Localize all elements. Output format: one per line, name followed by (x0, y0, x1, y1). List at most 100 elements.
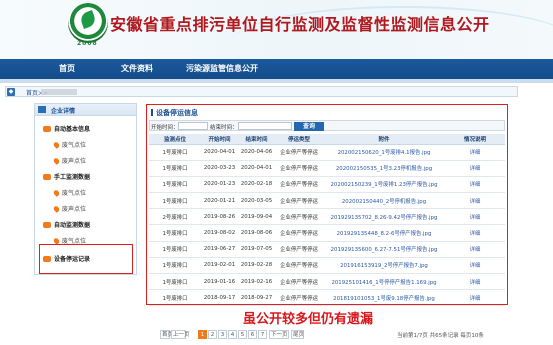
panel-title-text: 设备停运信息 (156, 109, 198, 117)
table-cell: 1号废排口 (149, 192, 201, 210)
column-header: 附件 (323, 134, 445, 145)
attachment-link[interactable]: 202002150239_1号废排1.23停产报告.jpg (323, 176, 445, 194)
column-header: 情况说明 (445, 134, 505, 145)
location-icon (52, 189, 61, 197)
sidebar-section-basic-info[interactable]: 自动基本信息 (43, 124, 90, 133)
detail-link[interactable]: 详细 (445, 192, 505, 210)
table-cell: 2019-09-04 (238, 208, 275, 226)
sidebar-header: 企业详情 (35, 104, 136, 116)
downtime-panel: 设备停运信息 开始时间： 结束时间： 查询 监测点位 开始时间 结束时间 停运类型 附件… (146, 104, 508, 307)
table-row: 1号废排口 2020-03-23 2020-04-01 企业停产等停运 20200215… (149, 160, 505, 177)
attachment-link[interactable]: 201929135448_8.2-6号停产报告.jpg (323, 224, 445, 242)
detail-link[interactable]: 详细 (445, 289, 505, 307)
detail-link[interactable]: 详细 (445, 144, 505, 161)
title-bar-icon (151, 109, 153, 116)
table-body: 1号废排口 2020-04-01 2020-04-06 企业停产等停运 20200215… (149, 144, 505, 307)
column-header: 监测点位 (149, 134, 201, 145)
location-icon (52, 141, 61, 149)
site-logo (68, 3, 108, 43)
sidebar-item-label: 废气点位 (62, 142, 87, 149)
table-cell: 2019-02-16 (238, 273, 275, 291)
location-icon (52, 157, 61, 165)
highlight-box-sidebar (39, 244, 133, 274)
attachment-link[interactable]: 201925101416_1号停停产报告1.169.jpg (323, 273, 445, 291)
table-cell: 2020-03-05 (238, 192, 275, 210)
detail-link[interactable]: 详细 (445, 257, 505, 275)
sidebar-header-label: 企业详情 (51, 108, 76, 115)
attachment-link[interactable]: 202002150620_1号废排4.1报告.jpg (323, 144, 445, 161)
table-cell: 2019-02-28 (238, 257, 275, 275)
sidebar-item-gas-point[interactable]: 废气点位 (52, 140, 87, 149)
start-time-input[interactable] (178, 122, 208, 130)
table-cell: 1号废排口 (149, 224, 201, 242)
table-row: 1号废排口 2018-09-17 2018-09-27 企业停产等停运 20181910… (149, 289, 505, 307)
table-cell: 2018-09-27 (238, 289, 275, 307)
page-button[interactable]: 下一页 (269, 330, 289, 339)
list-icon (38, 106, 46, 113)
sidebar-item-gas-point[interactable]: 废气点位 (52, 188, 86, 197)
table-cell: 2019-02-01 (201, 257, 238, 275)
table-cell: 企业停产等停运 (275, 241, 323, 258)
logo-year: 2008 (77, 40, 98, 47)
table-cell: 2018-09-17 (201, 289, 238, 307)
folder-icon (43, 174, 51, 180)
page-button[interactable]: 6 (248, 330, 257, 339)
attachment-link[interactable]: 201916153919_2号停产报告7.jpg (323, 257, 445, 275)
page-button[interactable]: 2 (208, 330, 217, 339)
sidebar-section-manual-data[interactable]: 手工监测数据 (43, 172, 90, 181)
detail-link[interactable]: 详细 (445, 241, 505, 258)
table-cell: 1号废排口 (149, 289, 201, 307)
attachment-link[interactable]: 202002150535_1号3.23停机报告.jpg (323, 160, 445, 177)
leaf-icon (78, 10, 98, 29)
sidebar-item-noise-point[interactable]: 废声点位 (52, 156, 87, 165)
page-button[interactable]: 4 (228, 330, 237, 339)
detail-link[interactable]: 详细 (445, 208, 505, 226)
table-cell: 2019-07-05 (238, 241, 275, 258)
breadcrumb-redacted (41, 89, 77, 95)
page-button[interactable]: 上一页 (171, 330, 190, 339)
end-time-label: 结束时间： (210, 125, 238, 131)
detail-link[interactable]: 详细 (445, 160, 505, 177)
table-cell: 2019-08-26 (201, 208, 238, 226)
folder-icon (43, 222, 51, 228)
pagination-info: 当前第1/7页 共65条记录 每页10条 (397, 333, 484, 339)
table-cell: 2019-08-06 (238, 224, 275, 242)
page-button[interactable]: 尾页 (291, 330, 304, 339)
sidebar-item-noise-point[interactable]: 废声点位 (52, 204, 86, 213)
attachment-link[interactable]: 201929135702_8.26-9.42号停产报告.jpg (323, 208, 445, 226)
table-row: 1号废排口 2020-04-01 2020-04-06 企业停产等停运 20200215… (149, 144, 505, 161)
sidebar-section-label: 自动基本信息 (54, 126, 91, 133)
attachment-link[interactable]: 201929135600_6.27-7.51号停产报告.jpg (323, 241, 445, 258)
table-row: 1号废排口 2020-01-21 2020-03-05 企业停产等停运 20200215… (149, 192, 505, 210)
table-row: 1号废排口 2019-02-01 2019-02-28 企业停产等停运 20191615… (149, 257, 505, 275)
end-time-input[interactable] (238, 122, 292, 130)
table-cell: 企业停产等停运 (275, 208, 323, 226)
sidebar-item-label: 废声点位 (62, 158, 87, 165)
nav-item-home[interactable]: 首页 (59, 63, 75, 74)
page-button[interactable]: 5 (238, 330, 247, 339)
table-cell: 2020-02-18 (238, 176, 275, 194)
page-button[interactable]: 3 (218, 330, 227, 339)
sidebar-section-auto-data[interactable]: 自动监测数据 (43, 220, 90, 229)
table-header-row: 监测点位 开始时间 结束时间 停运类型 附件 情况说明 (149, 134, 505, 145)
filter-bar: 开始时间： 结束时间： 查询 (149, 120, 505, 131)
nav-item-documents[interactable]: 文件资料 (121, 63, 153, 74)
table-cell: 企业停产等停运 (275, 160, 323, 177)
page-button[interactable]: 7 (258, 330, 267, 339)
table-cell: 企业停产等停运 (275, 257, 323, 275)
home-icon: ◆ (7, 88, 15, 96)
table-cell: 2020-03-23 (201, 160, 238, 177)
detail-link[interactable]: 详细 (445, 224, 505, 242)
table-cell: 企业停产等停运 (275, 273, 323, 291)
column-header: 停运类型 (275, 134, 323, 145)
query-button[interactable]: 查询 (294, 122, 324, 131)
nav-item-pollution-info[interactable]: 污染源监管信息公开 (186, 63, 258, 74)
attachment-link[interactable]: 202002150440_2号停机报告.jpg (323, 192, 445, 210)
table-cell: 2020-04-06 (238, 144, 275, 161)
page-button[interactable]: 1 (198, 330, 207, 339)
detail-link[interactable]: 详细 (445, 176, 505, 194)
attachment-link[interactable]: 201819101053_1号废9.18停产报告.jpg (323, 289, 445, 307)
start-time-label: 开始时间： (151, 125, 179, 131)
page-button[interactable]: 首页 (160, 330, 173, 339)
detail-link[interactable]: 详细 (445, 273, 505, 291)
